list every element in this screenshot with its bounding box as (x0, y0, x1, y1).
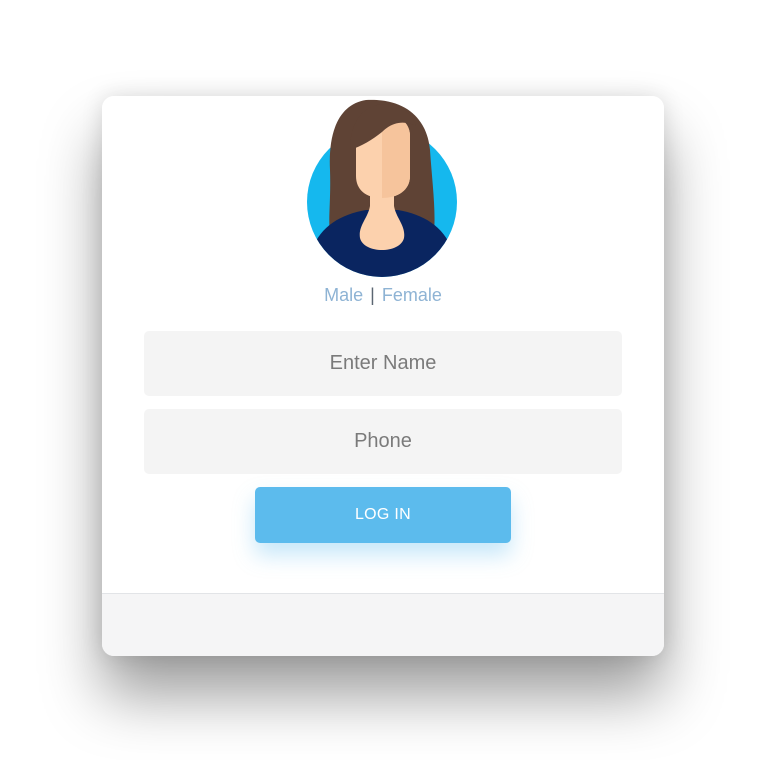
login-button[interactable]: LOG IN (255, 487, 511, 543)
gender-selector: Male | Female (102, 284, 664, 306)
name-input[interactable] (144, 331, 622, 396)
female-link[interactable]: Female (382, 285, 442, 305)
card-footer (102, 593, 664, 656)
phone-input[interactable] (144, 409, 622, 474)
male-link[interactable]: Male (324, 285, 363, 305)
female-avatar-icon (307, 99, 457, 277)
gender-separator: | (370, 285, 375, 305)
page: Male | Female LOG IN (0, 0, 774, 760)
